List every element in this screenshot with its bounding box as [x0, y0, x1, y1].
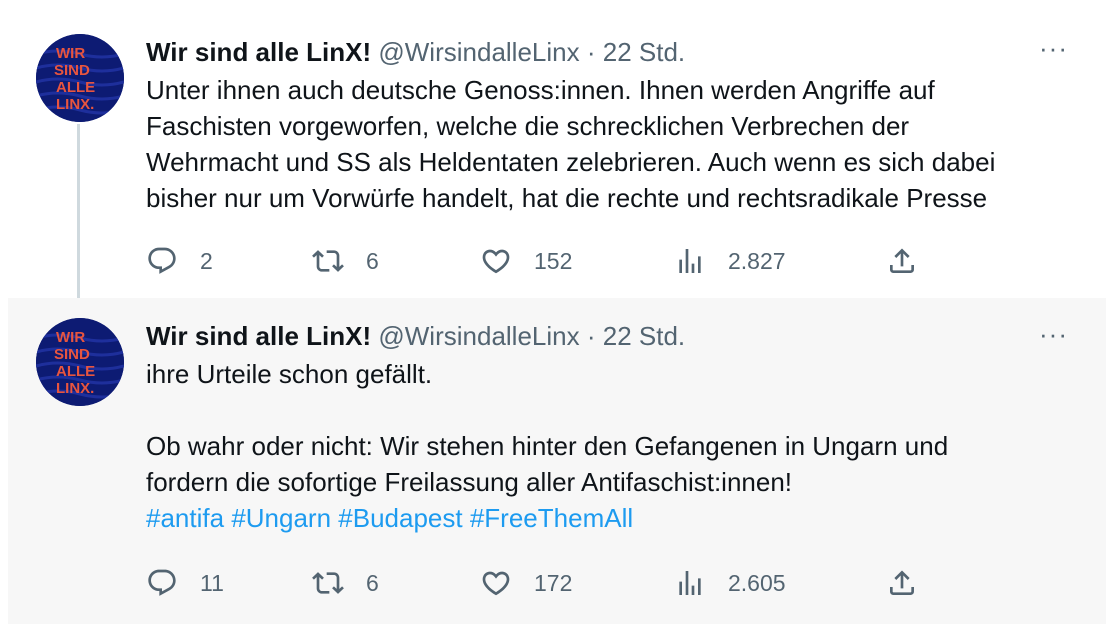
separator-dot: ·	[586, 321, 596, 351]
tweet-text-line: ihre Urteile schon gefällt.	[146, 359, 433, 389]
reply-button[interactable]: 11	[146, 563, 224, 603]
avatar-logo: WIR SIND ALLE LINX.	[36, 318, 124, 406]
reply-icon	[148, 247, 176, 274]
avatar-text: LINX.	[56, 96, 94, 113]
avatar-text: LINX.	[56, 380, 94, 397]
views-icon	[679, 249, 701, 273]
author-handle[interactable]: @WirsindalleLinx	[378, 37, 579, 67]
thread-connector	[77, 124, 80, 298]
reply-icon	[148, 569, 176, 596]
avatar-text: WIR	[56, 45, 85, 62]
retweet-button[interactable]: 6	[312, 563, 379, 603]
reply-count: 11	[200, 569, 224, 596]
tweet-text-line: Ob wahr oder nicht: Wir stehen hinter de…	[146, 431, 949, 461]
share-icon	[890, 248, 914, 273]
more-icon[interactable]: ···	[1039, 35, 1068, 61]
views-icon	[679, 571, 701, 595]
hashtag-link[interactable]: #antifa	[146, 503, 224, 533]
share-icon	[890, 570, 914, 595]
tweet-text-line: Unter ihnen auch deutsche Genoss:innen. …	[146, 75, 935, 105]
author-handle[interactable]: @WirsindalleLinx	[378, 321, 579, 351]
avatar-text: WIR	[56, 329, 85, 346]
tweet-text: ihre Urteile schon gefällt. Ob wahr oder…	[146, 356, 1076, 536]
tweet-timestamp[interactable]: 22 Std.	[603, 37, 685, 67]
like-count: 172	[534, 569, 573, 596]
reply-count: 2	[200, 247, 213, 274]
tweet-text-line: bisher nur um Vorwürfe handelt, hat die …	[146, 183, 988, 213]
retweet-icon	[312, 250, 344, 272]
tweet[interactable]: WIR SIND ALLE LINX. Wir sind alle LinX! …	[0, 298, 1106, 624]
avatar-logo: WIR SIND ALLE LINX.	[36, 34, 124, 122]
avatar-text: SIND	[54, 62, 90, 79]
tweet-text: Unter ihnen auch deutsche Genoss:innen. …	[146, 72, 1076, 216]
reply-button[interactable]: 2	[146, 241, 213, 281]
like-icon	[482, 249, 510, 274]
avatar[interactable]: WIR SIND ALLE LINX.	[36, 34, 124, 122]
author-name[interactable]: Wir sind alle LinX!	[146, 321, 371, 351]
views-button[interactable]: 2.827	[674, 241, 786, 281]
like-count: 152	[534, 247, 573, 274]
tweet-header: Wir sind alle LinX! @WirsindalleLinx · 2…	[146, 320, 685, 352]
tweet-text-line: Wehrmacht und SS als Heldentaten zelebri…	[146, 147, 996, 177]
tweet-header: Wir sind alle LinX! @WirsindalleLinx · 2…	[146, 36, 685, 68]
timeline: WIR SIND ALLE LINX. Wir sind alle LinX! …	[0, 0, 1106, 624]
tweet-text-line: fordern die sofortige Freilassung aller …	[146, 467, 793, 497]
avatar[interactable]: WIR SIND ALLE LINX.	[36, 318, 124, 406]
avatar-text: SIND	[54, 346, 90, 363]
avatar-text: ALLE	[56, 79, 95, 96]
tweet-actions: 11 6 172 2.605	[146, 563, 926, 603]
avatar-text: ALLE	[56, 363, 95, 380]
hashtag-link[interactable]: #FreeThemAll	[470, 503, 633, 533]
tweet-actions: 2 6 152 2.827	[146, 241, 926, 281]
hashtag-link[interactable]: #Budapest	[338, 503, 462, 533]
retweet-count: 6	[366, 569, 379, 596]
tweet-timestamp[interactable]: 22 Std.	[603, 321, 685, 351]
tweet-text-line: Faschisten vorgeworfen, welche die schre…	[146, 111, 910, 141]
like-icon	[482, 571, 510, 596]
views-count: 2.827	[728, 247, 786, 274]
views-count: 2.605	[728, 569, 786, 596]
author-name[interactable]: Wir sind alle LinX!	[146, 37, 371, 67]
separator-dot: ·	[586, 37, 596, 67]
tweet[interactable]: WIR SIND ALLE LINX. Wir sind alle LinX! …	[0, 0, 1106, 298]
share-button[interactable]	[886, 241, 918, 281]
like-button[interactable]: 152	[480, 241, 572, 281]
retweet-button[interactable]: 6	[312, 241, 379, 281]
retweet-count: 6	[366, 247, 379, 274]
like-button[interactable]: 172	[480, 563, 572, 603]
views-button[interactable]: 2.605	[674, 563, 786, 603]
share-button[interactable]	[886, 563, 918, 603]
hashtag-list: #antifa #Ungarn #Budapest #FreeThemAll	[146, 500, 1076, 536]
hashtag-link[interactable]: #Ungarn	[231, 503, 331, 533]
more-icon[interactable]: ···	[1039, 321, 1068, 347]
retweet-icon	[312, 572, 344, 594]
